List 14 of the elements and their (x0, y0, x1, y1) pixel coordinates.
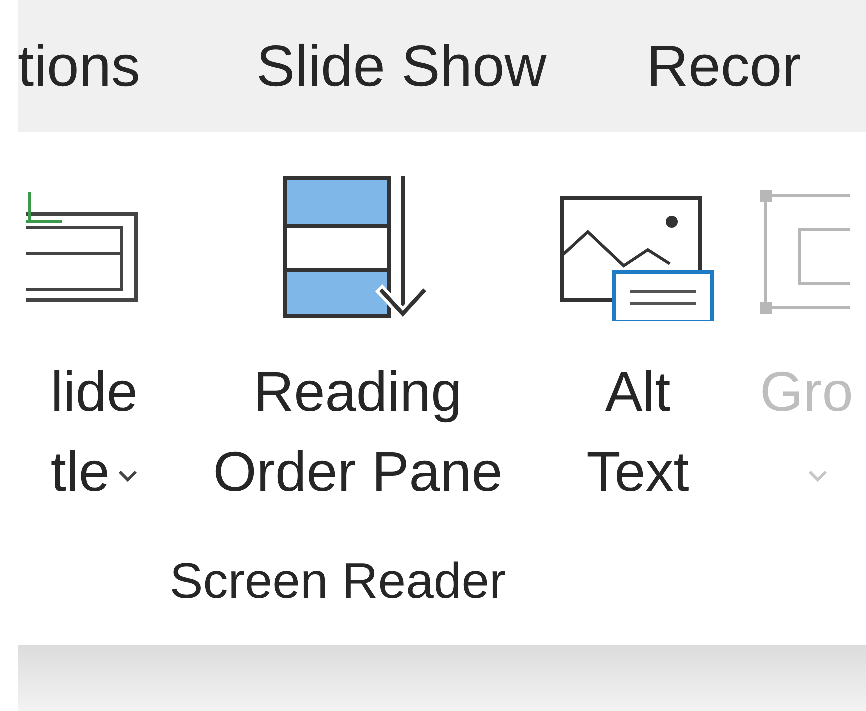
ribbon-tab[interactable]: Recor (646, 22, 802, 110)
group-label: Screen Reader (170, 552, 506, 611)
ribbon-button[interactable]: Reading Order Pane (198, 132, 518, 512)
button-label: Order Pane (213, 444, 503, 500)
button-label: Text (586, 444, 690, 500)
ribbon-tab[interactable]: tions (18, 22, 141, 110)
button-label: Gro (760, 364, 854, 420)
slide-layout-icon (26, 192, 138, 304)
ribbon-button[interactable]: lide tle (18, 132, 138, 512)
ribbon-button[interactable]: Alt Text (518, 132, 758, 512)
button-label: lide (50, 364, 138, 420)
button-label: tle (50, 444, 110, 500)
ribbon-tab[interactable]: Slide Show (256, 22, 547, 110)
button-label: Alt (605, 364, 671, 420)
